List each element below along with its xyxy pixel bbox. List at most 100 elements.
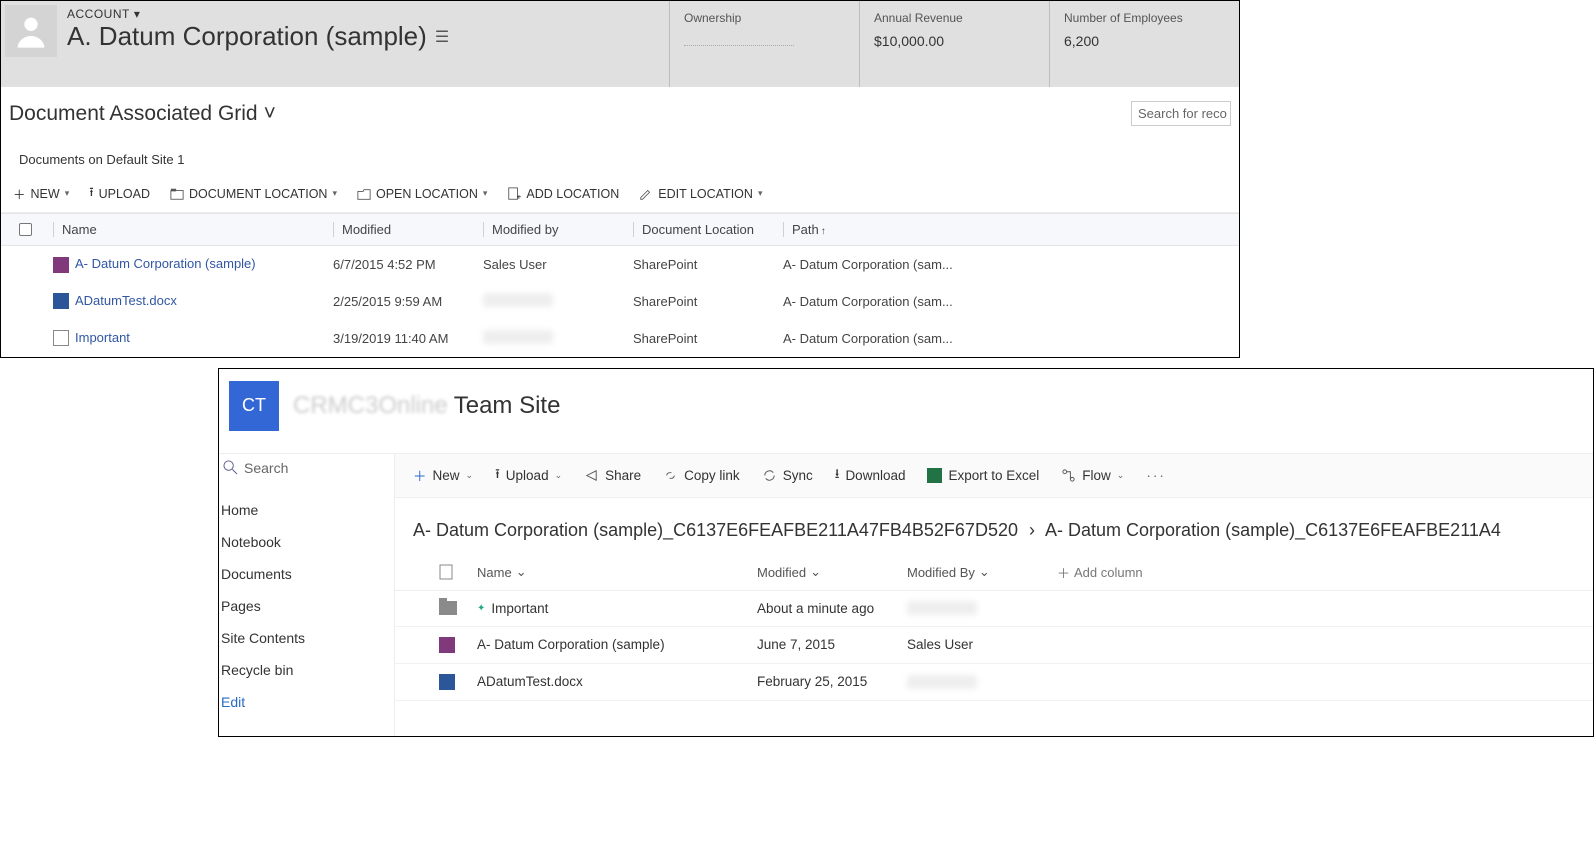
search-input[interactable]: Search for reco — [1131, 101, 1231, 126]
sp-toolbar: ＋New⌄ ⭱Upload⌄ Share Copy link Sync ⭳Dow… — [395, 453, 1593, 498]
upload-button[interactable]: ⭱ UPLOAD — [89, 183, 150, 204]
kpi-value: $10,000.00 — [874, 33, 1021, 49]
sp-left-nav: Search Home Notebook Documents Pages Sit… — [219, 453, 394, 736]
upload-icon: ⭱ — [495, 464, 500, 487]
cell-path: A- Datum Corporation (sam... — [777, 331, 1227, 346]
caret-down-icon: ▾ — [758, 188, 763, 199]
more-actions-button[interactable]: ··· — [1146, 468, 1166, 483]
nav-documents[interactable]: Documents — [219, 558, 394, 590]
nav-edit[interactable]: Edit — [219, 686, 394, 718]
label: OPEN LOCATION — [376, 187, 478, 201]
grid-row[interactable]: ADatumTest.docx 2/25/2015 9:59 AM ShareP… — [1, 283, 1239, 320]
site-name-text: Team Site — [454, 392, 561, 419]
item-name[interactable]: A- Datum Corporation (sample) — [477, 637, 665, 652]
kpi-label: Annual Revenue — [874, 11, 1021, 25]
export-excel-button[interactable]: Export to Excel — [927, 468, 1039, 483]
caret-down-icon: ˅ — [264, 102, 276, 126]
entity-type-dropdown[interactable]: ACCOUNT ▾ — [67, 7, 669, 21]
col-name[interactable]: Name — [62, 222, 97, 237]
edit-location-button[interactable]: EDIT LOCATION ▾ — [639, 183, 762, 204]
breadcrumb-part[interactable]: A- Datum Corporation (sample)_C6137E6FEA… — [413, 520, 1018, 540]
col-path[interactable]: Path — [792, 222, 819, 237]
subgrid-view-selector[interactable]: Document Associated Grid ˅ — [9, 102, 276, 126]
nav-pages[interactable]: Pages — [219, 590, 394, 622]
document-link[interactable]: ADatumTest.docx — [75, 293, 177, 308]
site-title[interactable]: CRMC3OnlineTeam Site — [293, 392, 560, 420]
kpi-value: 6,200 — [1064, 33, 1211, 49]
download-button[interactable]: ⭳Download — [835, 464, 906, 487]
new-button[interactable]: ＋ NEW ▾ — [13, 183, 69, 204]
svg-text:+: + — [517, 192, 521, 201]
sp-header: CT CRMC3OnlineTeam Site — [219, 369, 1593, 453]
caret-down-icon: ▾ — [65, 188, 70, 199]
crm-header: ACCOUNT ▾ A. Datum Corporation (sample) … — [1, 1, 1239, 87]
share-button[interactable]: Share — [584, 468, 641, 483]
crm-panel: ACCOUNT ▾ A. Datum Corporation (sample) … — [0, 0, 1240, 358]
cell-modified-by — [907, 601, 1057, 615]
cell-modified-by — [907, 675, 1057, 689]
nav-home[interactable]: Home — [219, 494, 394, 526]
search-label: Search — [244, 460, 288, 476]
document-link[interactable]: A- Datum Corporation (sample) — [75, 256, 256, 271]
label: DOCUMENT LOCATION — [189, 187, 327, 201]
sp-list-row[interactable]: ✦Important About a minute ago — [395, 591, 1593, 627]
page-icon — [53, 330, 69, 346]
label: NEW — [31, 187, 60, 201]
caret-down-icon: ⌄ — [810, 564, 821, 580]
select-all-checkbox[interactable] — [19, 223, 32, 236]
breadcrumb-part[interactable]: A- Datum Corporation (sample)_C6137E6FEA… — [1045, 520, 1501, 540]
copy-link-button[interactable]: Copy link — [663, 468, 740, 483]
add-column-button[interactable]: ＋Add column — [1057, 563, 1579, 582]
sp-main: ＋New⌄ ⭱Upload⌄ Share Copy link Sync ⭳Dow… — [394, 453, 1593, 736]
document-link[interactable]: Important — [75, 330, 130, 345]
plus-icon: ＋ — [413, 465, 427, 485]
nav-notebook[interactable]: Notebook — [219, 526, 394, 558]
grid-row[interactable]: Important 3/19/2019 11:40 AM SharePoint … — [1, 320, 1239, 357]
col-modified[interactable]: Modified — [342, 222, 391, 237]
sp-list-row[interactable]: A- Datum Corporation (sample) June 7, 20… — [395, 627, 1593, 664]
sp-search[interactable]: Search — [219, 453, 394, 494]
grid-header-row: Name Modified Modified by Document Locat… — [1, 213, 1239, 246]
col-doc-location[interactable]: Document Location — [642, 222, 754, 237]
nav-site-contents[interactable]: Site Contents — [219, 622, 394, 654]
folder-icon — [439, 601, 457, 615]
plus-icon: ＋ — [1057, 563, 1070, 582]
cell-modified-by: Sales User — [477, 257, 627, 272]
flow-button[interactable]: Flow⌄ — [1061, 468, 1124, 483]
item-name[interactable]: ADatumTest.docx — [477, 674, 583, 689]
form-selector-icon[interactable]: ☰ — [435, 27, 449, 47]
caret-down-icon: ⌄ — [555, 470, 563, 481]
nav-recycle-bin[interactable]: Recycle bin — [219, 654, 394, 686]
site-logo[interactable]: CT — [229, 381, 279, 431]
label: ADD LOCATION — [526, 187, 619, 201]
grid-row[interactable]: A- Datum Corporation (sample) 6/7/2015 4… — [1, 246, 1239, 283]
cell-modified: February 25, 2015 — [757, 674, 907, 689]
add-location-button[interactable]: + ADD LOCATION — [507, 183, 619, 204]
col-modified-by[interactable]: Modified By⌄ — [907, 564, 1057, 580]
word-icon — [53, 293, 69, 309]
col-name[interactable]: Name⌄ — [477, 564, 757, 580]
upload-icon: ⭱ — [89, 183, 93, 204]
cell-location: SharePoint — [627, 331, 777, 346]
cell-location: SharePoint — [627, 294, 777, 309]
sp-list-row[interactable]: ADatumTest.docx February 25, 2015 — [395, 664, 1593, 701]
label: EDIT LOCATION — [658, 187, 753, 201]
upload-button[interactable]: ⭱Upload⌄ — [495, 464, 562, 487]
account-avatar — [5, 5, 57, 57]
sync-button[interactable]: Sync — [762, 468, 813, 483]
cell-modified: 6/7/2015 4:52 PM — [327, 257, 477, 272]
onenote-icon — [53, 257, 69, 273]
site-prefix: CRMC3Online — [293, 392, 448, 419]
new-button[interactable]: ＋New⌄ — [413, 465, 473, 485]
cell-modified: 2/25/2015 9:59 AM — [327, 294, 477, 309]
sync-icon — [762, 468, 777, 483]
item-name[interactable]: Important — [491, 601, 548, 616]
col-modified-by[interactable]: Modified by — [492, 222, 558, 237]
col-modified[interactable]: Modified⌄ — [757, 564, 907, 580]
add-icon: + — [507, 187, 521, 201]
caret-down-icon: ▾ — [332, 188, 337, 199]
open-location-button[interactable]: OPEN LOCATION ▾ — [357, 183, 487, 204]
document-location-button[interactable]: DOCUMENT LOCATION ▾ — [170, 183, 337, 204]
file-type-icon — [439, 564, 453, 580]
breadcrumb: A- Datum Corporation (sample)_C6137E6FEA… — [395, 498, 1593, 555]
